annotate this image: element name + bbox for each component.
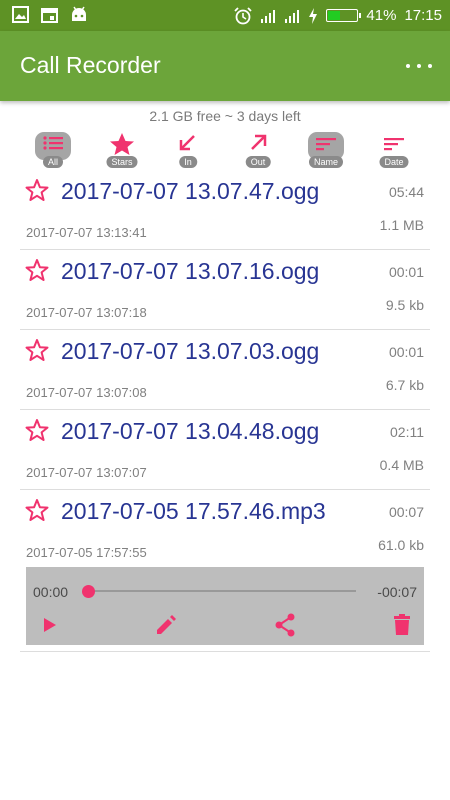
sort-date-icon xyxy=(384,138,404,151)
alarm-icon xyxy=(234,6,253,24)
star-outline-icon[interactable] xyxy=(24,338,50,364)
recording-duration: 00:07 xyxy=(388,504,424,520)
recording-item[interactable]: 2017-07-05 17.57.46.mp3 00:07 2017-07-05… xyxy=(20,490,430,569)
calendar-icon xyxy=(41,8,58,23)
recording-item[interactable]: 2017-07-07 13.07.03.ogg 00:01 2017-07-07… xyxy=(20,330,430,410)
filter-label: Out xyxy=(245,156,271,168)
star-outline-icon[interactable] xyxy=(24,258,50,284)
remaining-time: -00:07 xyxy=(377,584,417,600)
star-outline-icon[interactable] xyxy=(24,418,50,444)
filter-in[interactable]: In xyxy=(166,132,210,168)
edit-icon[interactable] xyxy=(152,611,180,639)
filter-label: In xyxy=(179,156,197,168)
filter-label: Stars xyxy=(106,156,138,168)
play-icon[interactable] xyxy=(36,611,64,639)
battery-icon xyxy=(326,9,362,22)
clock: 17:15 xyxy=(404,7,442,24)
recording-date: 2017-07-05 17:57:55 xyxy=(26,545,147,560)
star-icon xyxy=(110,133,134,155)
signal-icon xyxy=(285,9,300,23)
recording-size: 6.7 kb xyxy=(385,377,424,393)
recording-item[interactable]: 2017-07-07 13.07.16.ogg 00:01 2017-07-07… xyxy=(20,250,430,330)
recording-date: 2017-07-07 13:07:18 xyxy=(26,305,147,320)
more-options-icon[interactable] xyxy=(406,56,432,76)
recording-duration: 00:01 xyxy=(388,344,424,360)
recording-item[interactable]: 2017-07-07 13.07.47.ogg 05:44 2017-07-07… xyxy=(20,170,430,250)
recording-filename: 2017-07-07 13.07.16.ogg xyxy=(61,258,320,284)
incoming-arrow-icon xyxy=(179,135,195,151)
recording-size: 0.4 MB xyxy=(379,457,424,473)
filter-all[interactable]: All xyxy=(31,132,75,168)
divider xyxy=(20,651,430,652)
recording-duration: 00:01 xyxy=(388,264,424,280)
gallery-icon xyxy=(12,6,29,23)
filter-bar: All Stars In Out Name Date xyxy=(0,132,450,168)
filter-name[interactable]: Name xyxy=(304,132,348,168)
app-title: Call Recorder xyxy=(20,52,161,78)
recording-size: 61.0 kb xyxy=(378,537,424,553)
recording-list: 2017-07-07 13.07.47.ogg 05:44 2017-07-07… xyxy=(20,170,430,569)
star-outline-icon[interactable] xyxy=(24,178,50,204)
storage-info: 2.1 GB free ~ 3 days left xyxy=(149,108,301,124)
recording-date: 2017-07-07 13:07:07 xyxy=(26,465,147,480)
recording-filename: 2017-07-05 17.57.46.mp3 xyxy=(61,498,326,524)
filter-label: Name xyxy=(308,156,344,168)
status-bar: 41% 17:15 xyxy=(0,0,450,31)
recording-item[interactable]: 2017-07-07 13.04.48.ogg 02:11 2017-07-07… xyxy=(20,410,430,490)
seek-bar[interactable] xyxy=(88,590,356,592)
android-icon xyxy=(72,6,86,21)
recording-duration: 05:44 xyxy=(388,184,424,200)
elapsed-time: 00:00 xyxy=(33,584,69,600)
recording-date: 2017-07-07 13:13:41 xyxy=(26,225,147,240)
list-icon xyxy=(43,136,63,150)
recording-size: 9.5 kb xyxy=(385,297,424,313)
battery-percent: 41% xyxy=(366,7,397,24)
star-outline-icon[interactable] xyxy=(24,498,50,524)
recording-date: 2017-07-07 13:07:08 xyxy=(26,385,147,400)
outgoing-arrow-icon xyxy=(251,134,267,150)
filter-label: Date xyxy=(379,156,409,168)
charging-icon xyxy=(309,7,318,24)
seek-thumb[interactable] xyxy=(82,585,95,598)
sort-name-icon xyxy=(316,138,336,151)
filter-date[interactable]: Date xyxy=(372,132,416,168)
filter-stars[interactable]: Stars xyxy=(100,132,144,168)
recording-filename: 2017-07-07 13.07.03.ogg xyxy=(61,338,320,364)
recording-duration: 02:11 xyxy=(390,424,424,440)
filter-out[interactable]: Out xyxy=(236,132,280,168)
filter-label: All xyxy=(42,156,64,168)
recording-size: 1.1 MB xyxy=(379,217,424,233)
share-icon[interactable] xyxy=(271,611,299,639)
recording-filename: 2017-07-07 13.07.47.ogg xyxy=(61,178,320,204)
recording-filename: 2017-07-07 13.04.48.ogg xyxy=(61,418,320,444)
signal-icon xyxy=(261,9,276,23)
audio-player: 00:00 -00:07 xyxy=(26,567,424,645)
delete-icon[interactable] xyxy=(388,611,416,639)
app-bar: Call Recorder xyxy=(0,31,450,101)
